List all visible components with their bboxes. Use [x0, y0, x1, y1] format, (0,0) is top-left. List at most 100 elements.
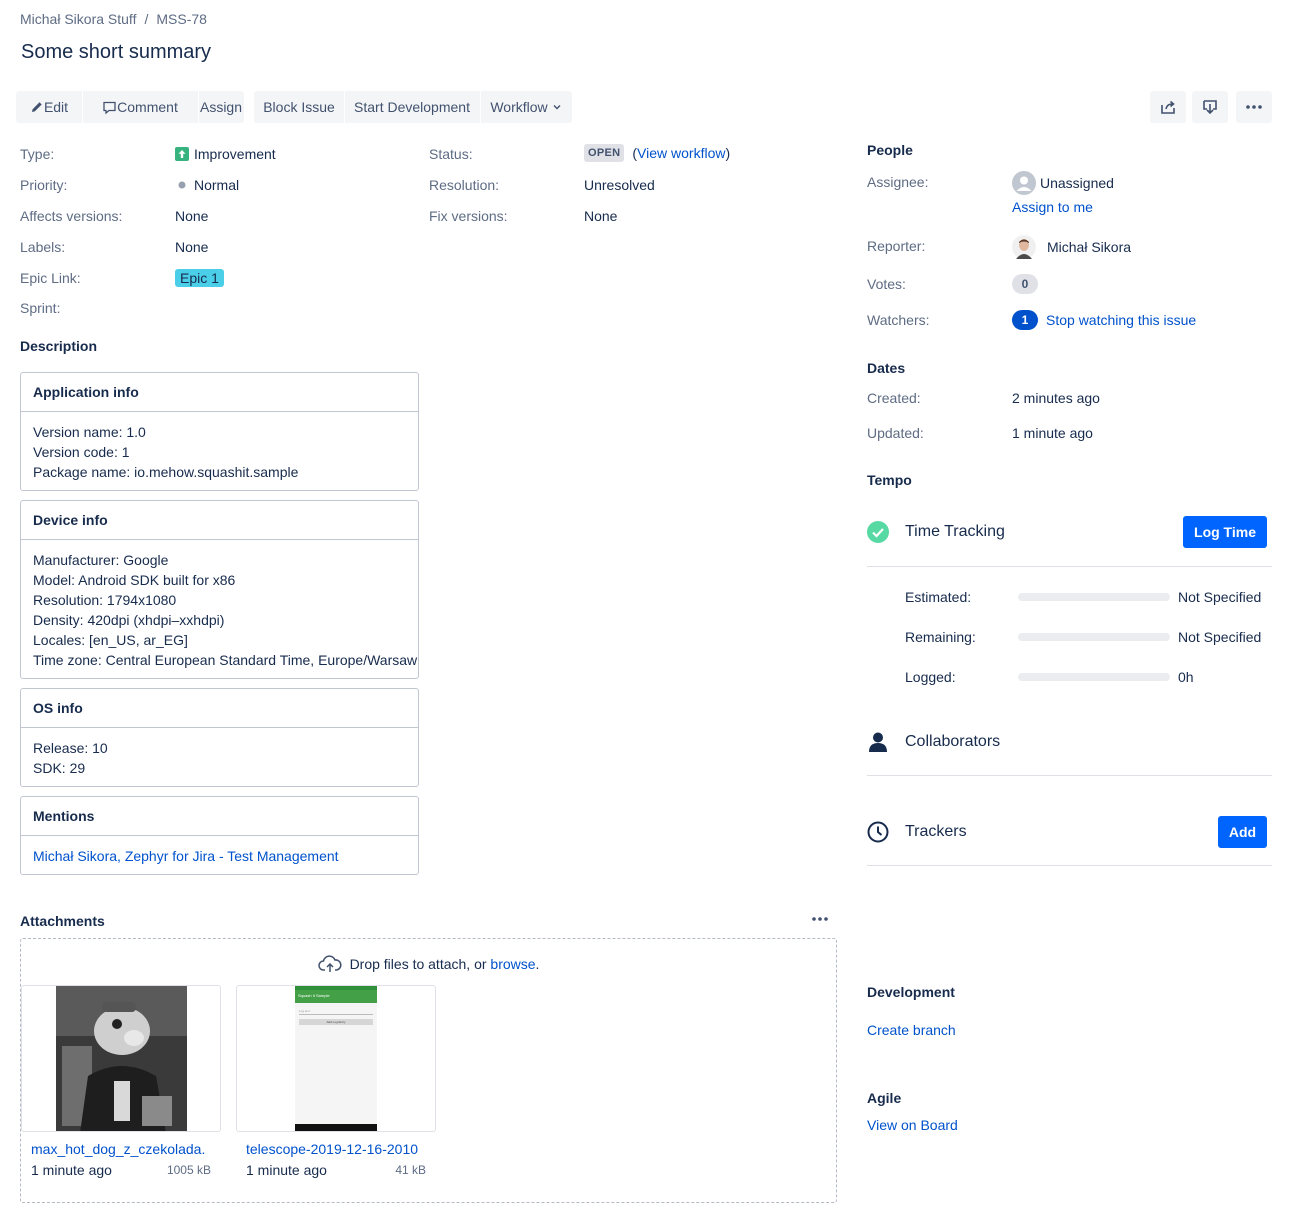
more-actions-button[interactable] — [1236, 91, 1272, 123]
attachment-time: 1 minute ago — [31, 1162, 112, 1178]
affects-versions-label: Affects versions: — [20, 208, 123, 224]
comment-button[interactable]: Comment — [82, 91, 198, 123]
status-label: Status: — [429, 146, 473, 162]
start-development-button[interactable]: Start Development — [344, 91, 480, 123]
export-button[interactable] — [1192, 91, 1228, 123]
panel-line: Density: 420dpi (xhdpi–xxhdpi) — [33, 612, 225, 628]
mention-link[interactable]: Zephyr for Jira - Test Management — [125, 848, 339, 864]
watchers-label: Watchers: — [867, 312, 930, 328]
reporter-label: Reporter: — [867, 238, 926, 254]
toolbar-workflow-group: Block Issue Start Development Workflow — [254, 91, 572, 123]
panel-title: Device info — [21, 501, 418, 540]
assignee-value: Unassigned — [1012, 171, 1114, 195]
watchers-value: 1 Stop watching this issue — [1012, 310, 1196, 330]
panel-line: Model: Android SDK built for x86 — [33, 572, 236, 588]
log-time-button[interactable]: Log Time — [1183, 516, 1267, 548]
create-branch-link[interactable]: Create branch — [867, 1022, 956, 1038]
panel-title: Mentions — [21, 797, 418, 836]
attachments-heading: Attachments — [20, 913, 105, 929]
divider — [867, 865, 1272, 866]
votes-badge: 0 — [1012, 274, 1038, 294]
fix-versions-label: Fix versions: — [429, 208, 508, 224]
divider — [867, 566, 1272, 567]
estimated-value: Not Specified — [1178, 589, 1262, 605]
unassigned-avatar-icon — [1012, 171, 1036, 195]
attachment-name[interactable]: telescope-2019-12-16-2010 — [246, 1141, 421, 1157]
drop-files-text: Drop files to attach, or browse. — [21, 955, 836, 973]
check-circle-icon — [867, 521, 889, 543]
attachments-more-button[interactable] — [810, 911, 830, 927]
mention-comma: , — [117, 848, 125, 864]
attachment-name[interactable]: max_hot_dog_z_czekolada.p — [31, 1141, 206, 1157]
page-title[interactable]: Some short summary — [21, 41, 211, 64]
device-info-panel[interactable]: Device info Manufacturer: Google Model: … — [20, 500, 419, 679]
add-tracker-button[interactable]: Add — [1218, 816, 1267, 848]
votes-value[interactable]: 0 — [1012, 274, 1038, 294]
resolution-value: Unresolved — [584, 177, 655, 193]
assign-label: Assign — [199, 99, 243, 115]
application-info-panel[interactable]: Application info Version name: 1.0 Versi… — [20, 372, 419, 491]
remaining-value: Not Specified — [1178, 629, 1262, 645]
collaborators-title[interactable]: Collaborators — [905, 733, 1000, 751]
view-on-board-link[interactable]: View on Board — [867, 1117, 958, 1133]
view-workflow-link[interactable]: View workflow — [637, 145, 725, 161]
attachments-dropzone[interactable]: Drop files to attach, or browse. max_hot… — [20, 938, 837, 1203]
watchers-badge[interactable]: 1 — [1012, 310, 1038, 330]
priority-value-text: Normal — [194, 177, 240, 193]
workflow-dropdown[interactable]: Workflow — [480, 91, 572, 123]
more-icon — [1246, 105, 1262, 109]
os-info-panel[interactable]: OS info Release: 10 SDK: 29 — [20, 688, 419, 787]
type-value: Improvement — [175, 146, 276, 162]
comment-label: Comment — [117, 99, 178, 115]
drop-files-period: . — [535, 956, 540, 972]
attachment-size: 1005 kB — [166, 1163, 211, 1177]
panel-title: OS info — [21, 689, 418, 728]
attachment-thumbnail[interactable] — [21, 985, 221, 1132]
panel-line: Release: 10 — [33, 740, 108, 756]
attachment-thumbnail[interactable]: Squash It Sample Log text Add Log Entry — [236, 985, 436, 1132]
fix-versions-value: None — [584, 208, 618, 224]
browse-link[interactable]: browse — [490, 956, 535, 972]
breadcrumb-project[interactable]: Michał Sikora Stuff — [20, 11, 136, 27]
reporter-name[interactable]: Michał Sikora — [1047, 239, 1131, 255]
status-value: OPEN (View workflow) — [584, 144, 730, 162]
people-heading: People — [867, 142, 913, 158]
comment-icon — [103, 101, 116, 114]
epic-link-label: Epic Link: — [20, 270, 81, 286]
mentions-panel[interactable]: Mentions Michał Sikora, Zephyr for Jira … — [20, 796, 419, 875]
cloud-upload-icon — [317, 955, 342, 972]
created-label: Created: — [867, 390, 921, 406]
phone-nav-bar — [295, 1124, 377, 1131]
sprint-label: Sprint: — [20, 300, 61, 316]
description-heading: Description — [20, 338, 98, 354]
estimated-label: Estimated: — [905, 589, 972, 605]
breadcrumb: Michał Sikora Stuff / MSS-78 — [20, 11, 207, 27]
panel-line: Package name: io.mehow.squashit.sample — [33, 464, 299, 480]
panel-body: Michał Sikora, Zephyr for Jira - Test Ma… — [21, 836, 418, 876]
assign-button[interactable]: Assign — [198, 91, 244, 123]
workflow-label: Workflow — [490, 99, 548, 115]
assignee-name: Unassigned — [1040, 175, 1114, 191]
start-development-label: Start Development — [354, 99, 470, 115]
stop-watching-link[interactable]: Stop watching this issue — [1046, 312, 1196, 328]
agile-heading: Agile — [867, 1090, 902, 1106]
priority-label: Priority: — [20, 177, 68, 193]
epic-lozenge[interactable]: Epic 1 — [175, 269, 224, 287]
view-workflow-paren-close: ) — [725, 145, 731, 161]
phone-button: Add Log Entry — [299, 1019, 373, 1025]
mention-link[interactable]: Michał Sikora — [33, 848, 117, 864]
block-issue-label: Block Issue — [263, 99, 335, 115]
block-issue-button[interactable]: Block Issue — [254, 91, 344, 123]
tempo-heading: Tempo — [867, 472, 912, 488]
panel-line: Locales: [en_US, ar_EG] — [33, 632, 188, 648]
status-lozenge: OPEN — [584, 144, 625, 162]
panel-body: Manufacturer: Google Model: Android SDK … — [21, 540, 418, 680]
panel-line: Version code: 1 — [33, 444, 130, 460]
panel-line: SDK: 29 — [33, 760, 86, 776]
avatar — [1012, 235, 1036, 259]
assign-to-me-link[interactable]: Assign to me — [1012, 199, 1093, 215]
share-button[interactable] — [1150, 91, 1186, 123]
breadcrumb-issue-key[interactable]: MSS-78 — [156, 11, 207, 27]
attachment-time: 1 minute ago — [246, 1162, 327, 1178]
edit-button[interactable]: Edit — [16, 91, 82, 123]
